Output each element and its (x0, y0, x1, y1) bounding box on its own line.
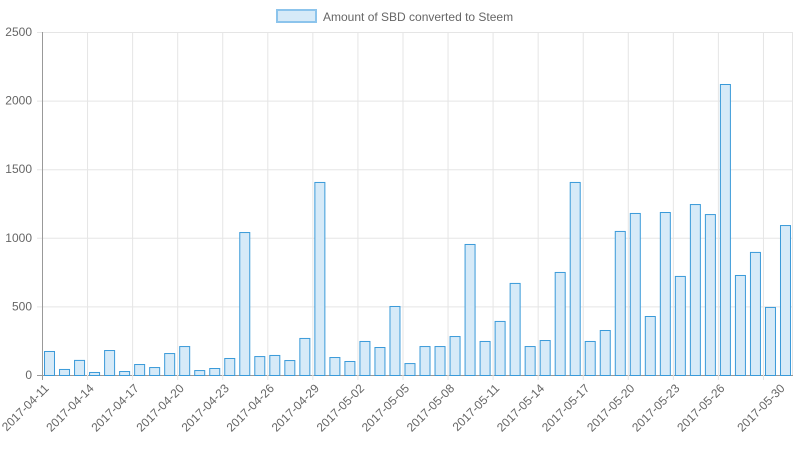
bar (644, 316, 656, 376)
bar (74, 359, 86, 376)
bar (734, 274, 746, 376)
x-tick-label: 2017-04-23 (179, 381, 233, 435)
bar (254, 356, 266, 377)
x-tick-label: 2017-05-14 (494, 381, 548, 435)
bar (719, 83, 731, 376)
bar (494, 320, 506, 377)
bar (479, 340, 491, 376)
bar (104, 350, 116, 377)
x-tick-label: 2017-04-17 (88, 381, 142, 435)
bar (194, 370, 206, 376)
bar (239, 232, 251, 376)
bar (164, 353, 176, 377)
x-tick-label: 2017-04-20 (134, 381, 188, 435)
bar (89, 371, 101, 376)
bar (524, 346, 536, 377)
bar (764, 306, 776, 376)
bar (284, 360, 296, 376)
y-tick-label: 500 (12, 299, 32, 313)
bar (149, 367, 161, 376)
bar (389, 305, 401, 376)
bar (419, 346, 431, 377)
bar (614, 230, 626, 376)
y-tick-label: 1500 (5, 162, 32, 176)
y-tick-label: 2000 (5, 94, 32, 108)
x-tick-label: 2017-05-05 (359, 381, 413, 435)
bar (659, 212, 671, 376)
bar (704, 214, 716, 376)
bar (689, 204, 701, 376)
bar (224, 357, 236, 377)
bar (344, 361, 356, 377)
bar (44, 350, 56, 376)
bar (434, 346, 446, 377)
bar (314, 181, 326, 376)
x-tick-label: 2017-05-26 (674, 381, 728, 435)
bar (629, 212, 641, 376)
bar (119, 371, 131, 377)
x-tick-label: 2017-05-23 (629, 381, 683, 435)
bar (554, 271, 566, 376)
bar (569, 181, 581, 376)
x-tick-label: 2017-04-26 (224, 381, 278, 435)
bar (779, 225, 791, 376)
y-tick-label: 1000 (5, 231, 32, 245)
bar (359, 340, 371, 376)
bar (59, 368, 71, 376)
bar-chart: Amount of SBD converted to Steem 0 500 100… (0, 9, 793, 435)
legend[interactable]: Amount of SBD converted to Steem (276, 9, 513, 24)
bar (449, 336, 461, 376)
legend-swatch (276, 9, 317, 23)
y-tick-label: 0 (25, 368, 32, 382)
bar (299, 337, 311, 376)
bar (269, 354, 281, 377)
bar (329, 357, 341, 376)
legend-label: Amount of SBD converted to Steem (323, 10, 513, 24)
bar (599, 329, 611, 377)
bar (674, 275, 686, 376)
y-tick-label: 2500 (5, 25, 32, 39)
bar (404, 363, 416, 376)
bar (209, 368, 221, 377)
x-tick-label: 2017-04-14 (43, 381, 97, 435)
bar (584, 340, 596, 376)
bar (749, 251, 761, 376)
bar (539, 340, 551, 377)
x-tick-label: 2017-05-02 (314, 381, 368, 435)
x-tick-label: 2017-05-20 (584, 381, 638, 435)
bar (374, 347, 386, 376)
bar (464, 243, 476, 376)
bar (509, 282, 521, 377)
x-tick-label: 2017-05-08 (404, 381, 458, 435)
bar (179, 346, 191, 377)
x-tick-label: 2017-04-29 (269, 381, 323, 435)
bar (134, 364, 146, 376)
x-tick-label: 2017-05-17 (539, 381, 593, 435)
x-tick-label: 2017-05-30 (734, 381, 788, 435)
